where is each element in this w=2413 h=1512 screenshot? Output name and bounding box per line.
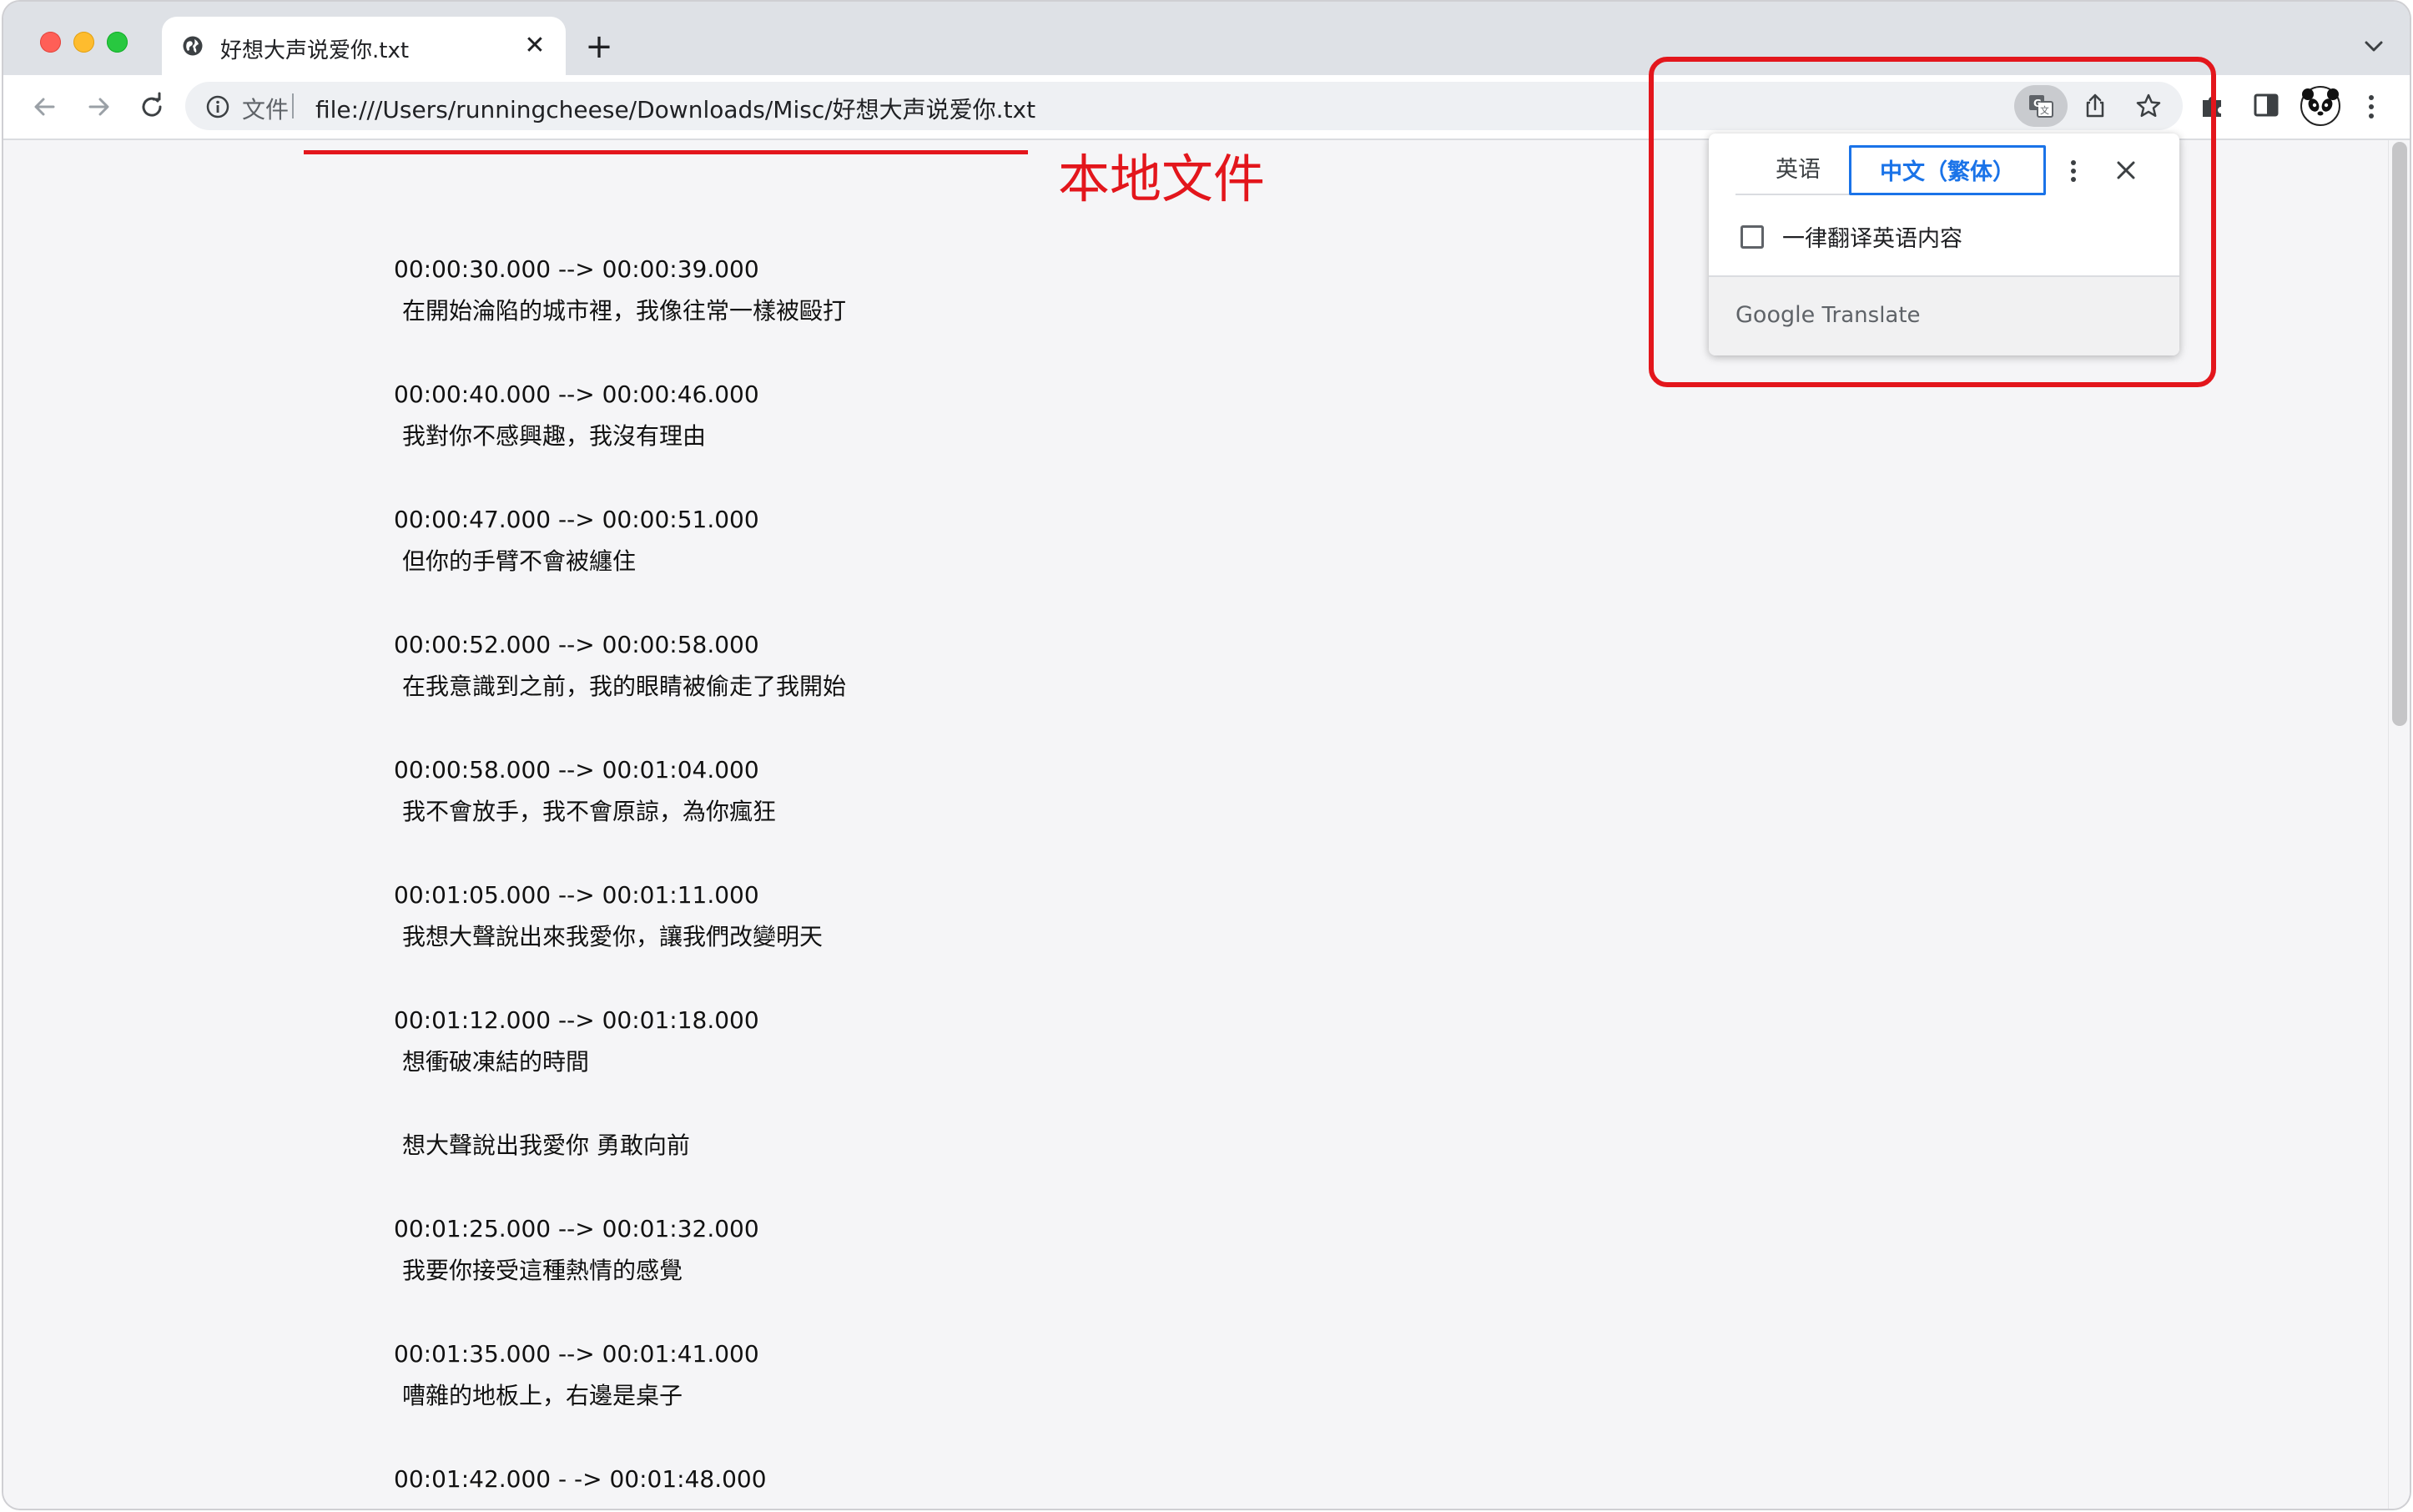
fullscreen-window-button[interactable] bbox=[107, 32, 128, 53]
arrow-right-icon[interactable] bbox=[82, 90, 115, 123]
subtitle-line: 在我意識到之前，我的眼睛被偷走了我開始 bbox=[402, 673, 847, 700]
subtitle-timestamp: 00:00:40.000 --> 00:00:46.000 bbox=[394, 381, 759, 408]
tab-active[interactable]: 好想大声说爱你.txt ✕ bbox=[162, 17, 566, 75]
tab-title: 好想大声说爱你.txt bbox=[220, 38, 410, 63]
subtitle-text: 00:00:30.000 --> 00:00:39.000 在開始淪陷的城市裡，我… bbox=[394, 249, 846, 1500]
subtitle-line: 在開始淪陷的城市裡，我像往常一樣被毆打 bbox=[402, 297, 847, 325]
subtitle-timestamp: 00:01:35.000 --> 00:01:41.000 bbox=[394, 1340, 759, 1368]
subtitle-line: 我想大聲說出來我愛你，讓我們改變明天 bbox=[402, 923, 824, 950]
subtitle-gap bbox=[394, 1417, 846, 1459]
chevron-down-icon[interactable] bbox=[2361, 33, 2386, 58]
subtitle-timestamp: 00:01:05.000 --> 00:01:11.000 bbox=[394, 881, 759, 909]
globe-icon bbox=[183, 36, 203, 56]
subtitle-line: 想衝破凍結的時間 bbox=[402, 1048, 590, 1076]
tab-close-button[interactable]: ✕ bbox=[521, 32, 549, 60]
info-icon[interactable] bbox=[205, 94, 230, 119]
subtitle-line: 但你的手臂不會被纏住 bbox=[402, 547, 637, 575]
subtitle-gap bbox=[394, 1167, 846, 1208]
new-tab-button[interactable]: + bbox=[582, 30, 616, 63]
scheme-chip: 文件 bbox=[242, 96, 290, 123]
subtitle-gap bbox=[394, 1292, 846, 1333]
subtitle-timestamp: 00:00:30.000 --> 00:00:39.000 bbox=[394, 255, 759, 283]
subtitle-timestamp: 00:00:58.000 --> 00:01:04.000 bbox=[394, 756, 759, 784]
scrollbar[interactable] bbox=[2388, 140, 2410, 1509]
browser-window: 好想大声说爱你.txt ✕ + 文件 file:///Users/running… bbox=[3, 2, 2410, 1509]
subtitle-timestamp: 00:00:52.000 --> 00:00:58.000 bbox=[394, 631, 759, 658]
annotation-label: 本地文件 bbox=[1058, 149, 1266, 209]
subtitle-gap bbox=[394, 833, 846, 874]
panda-avatar-icon[interactable] bbox=[2300, 85, 2341, 127]
subtitle-timestamp: 00:01:25.000 --> 00:01:32.000 bbox=[394, 1215, 759, 1242]
scrollbar-thumb[interactable] bbox=[2392, 142, 2407, 726]
annotation-box bbox=[1649, 57, 2216, 387]
url-text[interactable]: file:///Users/runningcheese/Downloads/Mi… bbox=[315, 92, 1035, 125]
side-panel-icon[interactable] bbox=[2249, 88, 2283, 122]
subtitle-line: 想大聲說出我愛你 勇敢向前 bbox=[402, 1131, 690, 1159]
subtitle-timestamp: 00:01:42.000 - -> 00:01:48.000 bbox=[394, 1465, 767, 1493]
subtitle-line: 我要你接受這種熱情的感覺 bbox=[402, 1257, 683, 1284]
arrow-left-icon[interactable] bbox=[28, 90, 62, 123]
subtitle-line: 我不會放手，我不會原諒，為你瘋狂 bbox=[402, 798, 777, 825]
annotation-underline bbox=[304, 150, 1028, 154]
close-window-button[interactable] bbox=[40, 32, 61, 53]
subtitle-gap bbox=[394, 332, 846, 374]
reload-icon[interactable] bbox=[135, 90, 169, 123]
omnibox-separator bbox=[292, 93, 294, 118]
subtitle-gap bbox=[394, 1083, 846, 1125]
subtitle-gap bbox=[394, 958, 846, 1000]
subtitle-gap bbox=[394, 457, 846, 499]
subtitle-gap bbox=[394, 708, 846, 749]
subtitle-line: 我對你不感興趣，我沒有理由 bbox=[402, 422, 707, 450]
subtitle-timestamp: 00:00:47.000 --> 00:00:51.000 bbox=[394, 506, 759, 533]
minimize-window-button[interactable] bbox=[73, 32, 94, 53]
subtitle-gap bbox=[394, 582, 846, 624]
kebab-menu-icon[interactable] bbox=[2361, 90, 2381, 123]
subtitle-line: 嘈雜的地板上，右邊是桌子 bbox=[402, 1382, 683, 1409]
subtitle-timestamp: 00:01:12.000 --> 00:01:18.000 bbox=[394, 1006, 759, 1034]
